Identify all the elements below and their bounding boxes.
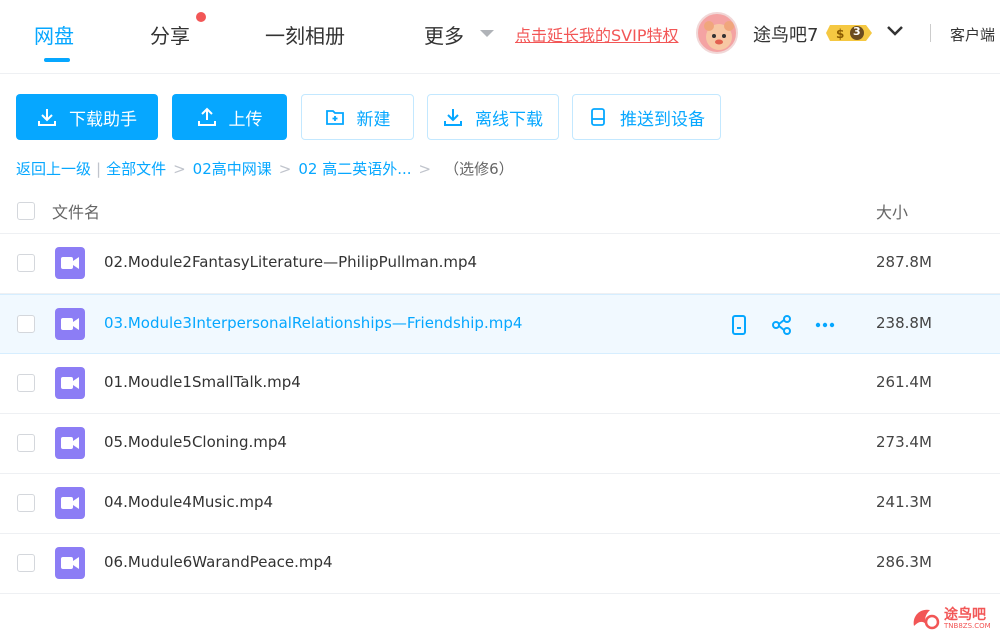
file-size: 241.3M — [876, 493, 932, 511]
new-folder-button[interactable]: 新建 — [301, 94, 414, 140]
file-name[interactable]: 04.Module4Music.mp4 — [104, 493, 273, 511]
table-header: 文件名 大小 — [0, 186, 1000, 234]
svip-level: 3 — [853, 25, 861, 38]
svg-text:$: $ — [836, 27, 844, 41]
file-size: 287.8M — [876, 253, 932, 271]
row-checkbox[interactable] — [17, 554, 35, 572]
table-row[interactable]: 03.Module3InterpersonalRelationships—Fri… — [0, 294, 1000, 354]
file-size: 261.4M — [876, 373, 932, 391]
breadcrumb-item[interactable]: 02高中网课 — [193, 158, 272, 179]
download-helper-label: 下载助手 — [69, 109, 137, 130]
new-folder-label: 新建 — [356, 109, 391, 130]
nav-divider — [930, 24, 931, 42]
row-checkbox[interactable] — [17, 315, 35, 333]
caret-down-icon[interactable] — [480, 30, 494, 37]
client-link[interactable]: 客户端 — [950, 24, 995, 45]
breadcrumb-current: （选修6） — [444, 160, 514, 178]
row-checkbox[interactable] — [17, 374, 35, 392]
watermark-logo: 途鸟吧 TNB8ZS.COM — [910, 602, 992, 634]
top-nav: 网盘 分享 一刻相册 更多 点击延长我的SVIP特权 途鸟吧7 $ 3 客户端 — [0, 0, 1000, 74]
table-row[interactable]: 06.Mudule6WarandPeace.mp4 286.3M — [0, 534, 1000, 594]
tab-netdisk[interactable]: 网盘 — [34, 20, 74, 49]
notification-dot — [196, 12, 206, 22]
video-file-icon — [55, 487, 85, 519]
select-all-checkbox[interactable] — [17, 202, 35, 220]
download-icon — [38, 109, 56, 126]
file-name[interactable]: 06.Mudule6WarandPeace.mp4 — [104, 553, 333, 571]
upload-button[interactable]: 上传 — [172, 94, 287, 140]
more-icon[interactable] — [814, 314, 836, 336]
breadcrumb-item[interactable]: 02 高二英语外... — [298, 158, 411, 179]
tab-share[interactable]: 分享 — [150, 20, 190, 49]
username[interactable]: 途鸟吧7 — [753, 21, 818, 47]
watermark-text: 途鸟吧 — [944, 607, 986, 623]
tab-more[interactable]: 更多 — [424, 20, 464, 49]
push-to-device-button[interactable]: 推送到设备 — [572, 94, 721, 140]
breadcrumb: 返回上一级 | 全部文件 > 02高中网课 > 02 高二英语外... > （选… — [16, 158, 514, 179]
push-to-device-icon[interactable] — [728, 314, 750, 336]
file-size: 238.8M — [876, 314, 932, 332]
column-header-size[interactable]: 大小 — [876, 199, 908, 223]
active-tab-indicator — [44, 58, 70, 62]
chevron-down-icon[interactable] — [886, 24, 904, 38]
row-checkbox[interactable] — [17, 254, 35, 272]
file-size: 286.3M — [876, 553, 932, 571]
video-file-icon — [55, 247, 85, 279]
upload-icon — [197, 107, 216, 126]
row-checkbox[interactable] — [17, 494, 35, 512]
video-file-icon — [55, 547, 85, 579]
column-header-name[interactable]: 文件名 — [52, 199, 100, 223]
breadcrumb-divider: | — [96, 159, 102, 178]
file-name[interactable]: 05.Module5Cloning.mp4 — [104, 433, 287, 451]
table-row[interactable]: 05.Module5Cloning.mp4 273.4M — [0, 414, 1000, 474]
video-file-icon — [55, 427, 85, 459]
offline-download-button[interactable]: 离线下载 — [427, 94, 559, 140]
share-icon[interactable] — [771, 314, 793, 336]
watermark-subtext: TNB8ZS.COM — [944, 622, 991, 630]
breadcrumb-separator: > — [418, 159, 432, 178]
breadcrumb-item[interactable]: 全部文件 — [106, 158, 166, 179]
breadcrumb-separator: > — [173, 159, 186, 178]
push-to-device-label: 推送到设备 — [620, 109, 705, 130]
breadcrumb-separator: > — [278, 159, 292, 178]
table-row[interactable]: 01.Moudle1SmallTalk.mp4 261.4M — [0, 354, 1000, 414]
tab-album[interactable]: 一刻相册 — [265, 20, 345, 49]
new-folder-icon — [325, 110, 344, 125]
file-name[interactable]: 02.Module2FantasyLiterature—PhilipPullma… — [104, 253, 477, 271]
svip-badge: $ 3 — [826, 23, 872, 43]
file-name[interactable]: 03.Module3InterpersonalRelationships—Fri… — [104, 314, 522, 332]
table-row[interactable]: 02.Module2FantasyLiterature—PhilipPullma… — [0, 234, 1000, 294]
file-name[interactable]: 01.Moudle1SmallTalk.mp4 — [104, 373, 301, 391]
table-row[interactable]: 04.Module4Music.mp4 241.3M — [0, 474, 1000, 534]
device-icon — [591, 108, 605, 126]
avatar[interactable] — [696, 12, 738, 54]
download-icon — [444, 109, 462, 126]
download-helper-button[interactable]: 下载助手 — [16, 94, 158, 140]
row-checkbox[interactable] — [17, 434, 35, 452]
video-file-icon — [55, 308, 85, 340]
svip-promo-link[interactable]: 点击延长我的SVIP特权 — [515, 22, 678, 46]
video-file-icon — [55, 367, 85, 399]
file-size: 273.4M — [876, 433, 932, 451]
upload-label: 上传 — [228, 109, 263, 130]
breadcrumb-back[interactable]: 返回上一级 — [16, 158, 91, 179]
offline-download-label: 离线下载 — [475, 109, 543, 130]
